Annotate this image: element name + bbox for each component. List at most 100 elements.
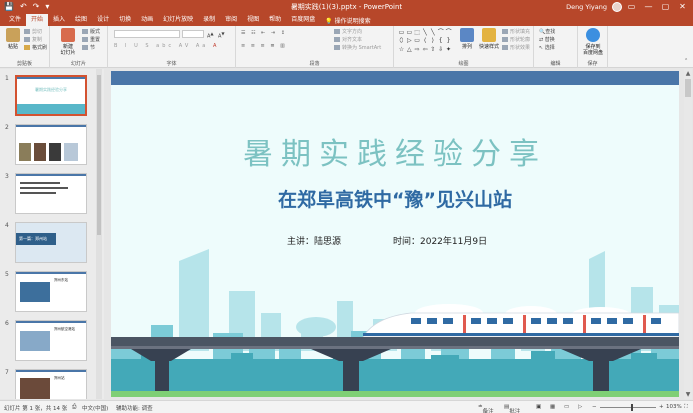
tab-transitions[interactable]: 切换 <box>114 14 136 26</box>
normal-view-icon[interactable]: ▣ <box>536 404 541 410</box>
shape-outline-button[interactable]: 形状轮廓 <box>502 37 530 44</box>
language-indicator[interactable]: 中文(中国) <box>82 404 108 412</box>
tab-draw[interactable]: 绘图 <box>70 14 92 26</box>
change-case-button[interactable]: Aa <box>196 43 208 49</box>
text-shadow-button[interactable]: abc <box>156 43 174 49</box>
shape-option-icon[interactable]: △ <box>406 46 413 53</box>
tab-file[interactable]: 文件 <box>4 14 26 26</box>
tab-design[interactable]: 设计 <box>92 14 114 26</box>
zoom-slider-knob[interactable] <box>631 404 633 411</box>
layout-button[interactable]: 版式 <box>82 29 100 36</box>
shape-option-icon[interactable]: ▭ <box>398 29 405 36</box>
notes-button[interactable]: ≐ 备注 <box>478 404 494 413</box>
shape-option-icon[interactable]: ☆ <box>398 46 405 53</box>
format-painter-button[interactable]: 格式刷 <box>24 45 47 52</box>
tab-help[interactable]: 帮助 <box>264 14 286 26</box>
slideshow-icon[interactable]: ▷ <box>578 404 582 410</box>
tab-insert[interactable]: 插入 <box>48 14 70 26</box>
bold-button[interactable]: B <box>114 43 120 49</box>
slide-thumb-1[interactable]: 暑期实践经验分享 <box>15 75 87 116</box>
scrollbar-thumb[interactable] <box>97 75 101 235</box>
slide-1[interactable]: 暑期实践经验分享 在郑阜高铁中“豫”见兴山站 主讲：陆思源 时间：2022年11… <box>111 71 679 397</box>
slide-thumb-2[interactable] <box>15 124 87 165</box>
comments-button[interactable]: ▤ 批注 <box>504 404 520 413</box>
user-name[interactable]: Deng Yiyang <box>566 0 607 14</box>
close-button[interactable]: ✕ <box>674 0 691 14</box>
font-style-buttons[interactable]: B I U S abc AV Aa A <box>114 43 219 50</box>
slide-sorter-icon[interactable]: ▦ <box>550 404 555 410</box>
zoom-in-icon[interactable]: + <box>659 404 664 410</box>
collapse-ribbon-icon[interactable]: ⌃ <box>684 58 688 65</box>
smartart-button[interactable]: 转换为 SmartArt <box>334 45 381 52</box>
tab-record[interactable]: 录制 <box>198 14 220 26</box>
fit-slide-icon[interactable]: ⛶ <box>684 404 688 411</box>
zoom-slider[interactable] <box>600 407 656 408</box>
slide-thumb-5[interactable]: 郑州东站 <box>15 271 87 312</box>
shape-effects-button[interactable]: 形状效果 <box>502 45 530 52</box>
zoom-level[interactable]: 103% <box>666 404 682 410</box>
scroll-up-icon[interactable]: ▲ <box>684 70 692 77</box>
tab-baidu-netdisk[interactable]: 百度网盘 <box>286 14 320 26</box>
italic-button[interactable]: I <box>125 43 129 49</box>
shape-option-icon[interactable]: ⇦ <box>422 46 429 53</box>
zoom-out-icon[interactable]: − <box>592 404 597 410</box>
shape-option-icon[interactable]: ╲ <box>429 29 436 36</box>
slide-thumb-3[interactable] <box>15 173 87 214</box>
shape-option-icon[interactable]: ⌒ <box>437 29 444 36</box>
shape-option-icon[interactable]: ▷ <box>406 37 413 44</box>
tab-slideshow[interactable]: 幻灯片放映 <box>158 14 198 26</box>
slide-thumb-6[interactable]: 郑州航空港站 <box>15 320 87 361</box>
shape-option-icon[interactable]: ╲ <box>422 29 429 36</box>
shape-option-icon[interactable]: ⬚ <box>414 29 421 36</box>
spellcheck-icon[interactable]: ⎙ <box>72 404 76 411</box>
reading-view-icon[interactable]: ▭ <box>564 404 569 410</box>
shape-option-icon[interactable]: ⌒ <box>445 29 452 36</box>
font-grow-button[interactable]: A▲ <box>207 30 214 41</box>
strikethrough-button[interactable]: S <box>145 43 151 49</box>
slide-thumb-4[interactable]: 第一篇：郑州站 <box>15 222 87 263</box>
minimize-button[interactable]: — <box>640 0 657 14</box>
font-name-input[interactable] <box>114 30 180 38</box>
shape-option-icon[interactable]: } <box>445 37 452 44</box>
section-button[interactable]: 节 <box>82 45 95 52</box>
shape-option-icon[interactable]: ⟨ <box>422 37 429 44</box>
find-button[interactable]: 🔍查找 <box>539 29 555 36</box>
shape-option-icon[interactable]: ▭ <box>414 37 421 44</box>
list-buttons[interactable]: ☰ ☷ ⇤ ⇥ ↕ <box>241 30 287 37</box>
shape-fill-button[interactable]: 形状填充 <box>502 29 530 36</box>
reset-button[interactable]: 重置 <box>82 37 100 44</box>
text-direction-button[interactable]: 文字方向 <box>334 29 362 36</box>
shape-option-icon[interactable]: ⇧ <box>429 46 436 53</box>
scroll-down-icon[interactable]: ▼ <box>684 391 692 398</box>
tab-review[interactable]: 审阅 <box>220 14 242 26</box>
new-slide-button[interactable]: 新建 幻灯片 <box>55 28 81 56</box>
scrollbar-thumb[interactable] <box>685 79 691 97</box>
shapes-gallery[interactable]: ▭ ▭ ⬚ ╲ ╲ ⌒ ⌒ ⬯ ▷ ▭ ⟨ ⟩{} ☆ △ ⇨ ⇦ ⇧ ⇩ ✦ <box>398 29 452 53</box>
font-shrink-button[interactable]: A▼ <box>218 30 225 41</box>
replace-button[interactable]: ⇄ 替换 <box>539 37 555 44</box>
align-text-button[interactable]: 对齐文本 <box>334 37 362 44</box>
tell-me-search[interactable]: 💡 操作说明搜索 <box>320 16 375 25</box>
accessibility-indicator[interactable]: 辅助功能: 调查 <box>116 404 153 412</box>
quick-styles-button[interactable]: 快速样式 <box>478 28 500 50</box>
align-buttons[interactable]: ≡ ≡ ≡ ≣ ▥ <box>241 43 287 50</box>
shape-option-icon[interactable]: ⇩ <box>437 46 444 53</box>
avatar[interactable] <box>612 2 622 12</box>
canvas-scrollbar[interactable]: ▲ ▼ <box>684 69 692 399</box>
thumbnail-scrollbar[interactable] <box>96 69 102 399</box>
font-size-input[interactable] <box>182 30 204 38</box>
maximize-button[interactable]: ▢ <box>657 0 674 14</box>
font-color-button[interactable]: A <box>213 43 219 49</box>
paste-button[interactable]: 粘贴 <box>2 28 24 50</box>
shape-option-icon[interactable]: { <box>437 37 444 44</box>
shape-option-icon[interactable]: ⬯ <box>398 37 405 44</box>
underline-button[interactable]: U <box>134 43 141 49</box>
char-spacing-button[interactable]: AV <box>179 43 192 49</box>
select-button[interactable]: ↖ 选择 <box>539 45 555 52</box>
slide-title[interactable]: 暑期实践经验分享 <box>111 129 679 173</box>
copy-button[interactable]: 复制 <box>24 37 42 44</box>
slide-thumb-7[interactable]: 郑州站 <box>15 369 87 399</box>
cut-button[interactable]: 剪切 <box>24 29 42 36</box>
shape-option-icon[interactable]: ⟩ <box>429 37 436 44</box>
ribbon-display-options-icon[interactable]: ▭ <box>623 0 640 14</box>
